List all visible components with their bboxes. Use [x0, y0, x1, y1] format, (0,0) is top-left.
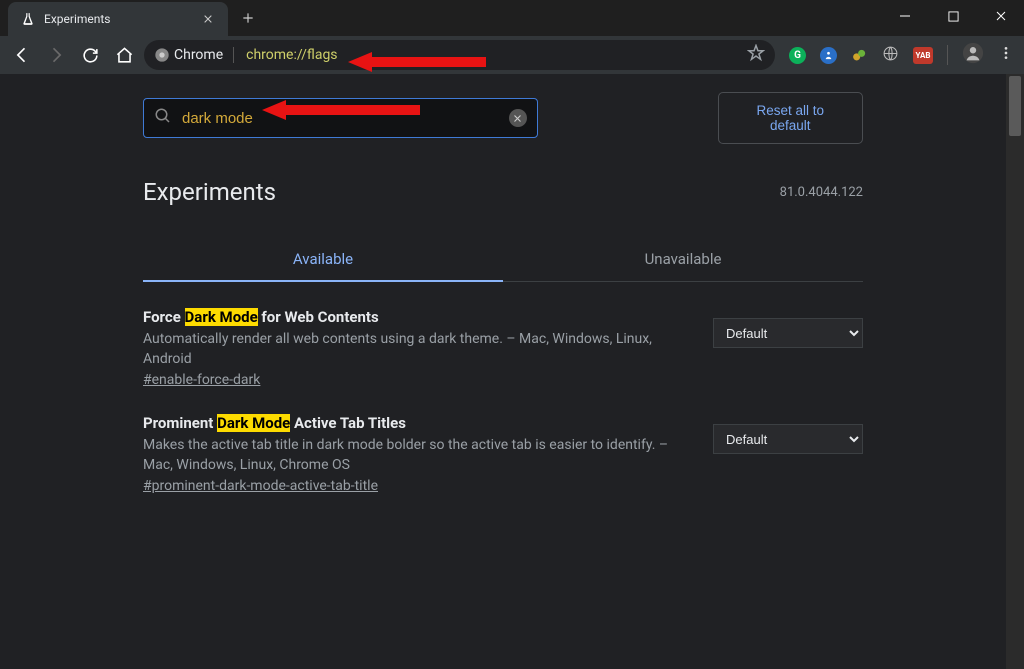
clear-icon[interactable]	[509, 109, 527, 127]
omnibox-label: Chrome	[174, 47, 234, 63]
window-close-button[interactable]	[978, 0, 1024, 32]
tab-unavailable[interactable]: Unavailable	[503, 238, 863, 281]
flag-description: Makes the active tab title in dark mode …	[143, 436, 683, 475]
page-tabs: Available Unavailable	[143, 238, 863, 282]
scrollbar-thumb[interactable]	[1009, 76, 1021, 136]
toolbar: Chrome chrome://flags G YAB	[0, 36, 1024, 74]
home-button[interactable]	[110, 41, 138, 69]
reload-button[interactable]	[76, 41, 104, 69]
menu-icon[interactable]	[998, 45, 1014, 65]
tab-strip: Experiments	[0, 0, 1024, 36]
chrome-icon	[154, 47, 170, 63]
flag-title: Force Dark Mode for Web Contents	[143, 308, 683, 326]
extension-icon[interactable]	[851, 47, 868, 64]
search-input[interactable]	[182, 110, 499, 127]
search-icon	[154, 107, 172, 129]
flag-select[interactable]: Default	[713, 424, 863, 454]
browser-tab[interactable]: Experiments	[8, 2, 228, 36]
scrollbar[interactable]	[1006, 74, 1024, 669]
window-minimize-button[interactable]	[882, 0, 928, 32]
tab-title: Experiments	[44, 12, 192, 26]
version-text: 81.0.4044.122	[780, 185, 863, 200]
extension-icon[interactable]: YAB	[913, 47, 933, 64]
globe-icon[interactable]	[882, 45, 899, 66]
extension-icon[interactable]: G	[789, 47, 806, 64]
flag-anchor-link[interactable]: #enable-force-dark	[143, 372, 260, 388]
viewport: Reset all to default Experiments 81.0.40…	[0, 74, 1024, 669]
flag-item: Prominent Dark Mode Active Tab Titles Ma…	[143, 388, 863, 494]
extension-icons: G YAB	[781, 42, 1014, 68]
flask-icon	[20, 11, 36, 27]
flag-title: Prominent Dark Mode Active Tab Titles	[143, 414, 683, 432]
page-body: Reset all to default Experiments 81.0.40…	[0, 74, 1006, 669]
reset-button[interactable]: Reset all to default	[718, 92, 863, 144]
tab-available[interactable]: Available	[143, 238, 503, 282]
omnibox-url: chrome://flags	[246, 47, 337, 63]
page-title: Experiments	[143, 178, 276, 206]
flag-anchor-link[interactable]: #prominent-dark-mode-active-tab-title	[143, 478, 378, 494]
flag-select[interactable]: Default	[713, 318, 863, 348]
extension-icon[interactable]	[820, 47, 837, 64]
close-icon[interactable]	[200, 11, 216, 27]
flag-item: Force Dark Mode for Web Contents Automat…	[143, 282, 863, 388]
address-bar[interactable]: Chrome chrome://flags	[144, 40, 775, 70]
forward-button[interactable]	[42, 41, 70, 69]
bookmark-icon[interactable]	[747, 44, 765, 66]
divider	[947, 45, 948, 65]
flag-description: Automatically render all web contents us…	[143, 330, 683, 369]
new-tab-button[interactable]	[234, 4, 262, 32]
profile-icon[interactable]	[962, 42, 984, 68]
back-button[interactable]	[8, 41, 36, 69]
window-maximize-button[interactable]	[930, 0, 976, 32]
search-box[interactable]	[143, 98, 538, 138]
